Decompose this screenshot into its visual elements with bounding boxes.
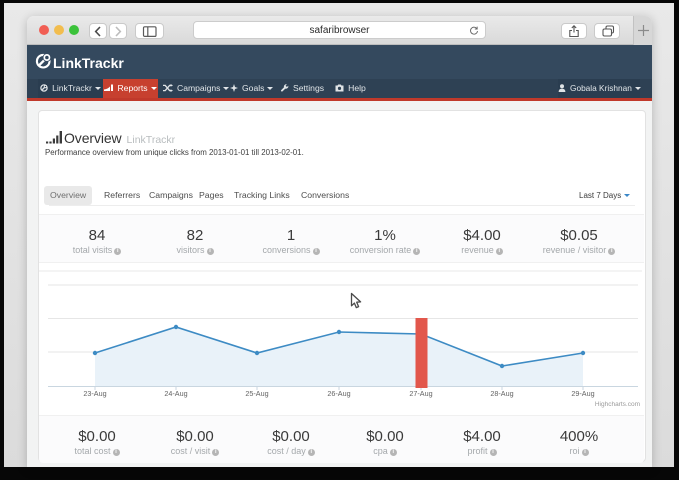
- svg-text:29-Aug: 29-Aug: [571, 389, 594, 398]
- svg-text:23-Aug: 23-Aug: [83, 389, 106, 398]
- svg-text:26-Aug: 26-Aug: [327, 389, 350, 398]
- svg-text:27-Aug: 27-Aug: [409, 389, 432, 398]
- svg-text:24-Aug: 24-Aug: [164, 389, 187, 398]
- svg-text:25-Aug: 25-Aug: [245, 389, 268, 398]
- svg-text:28-Aug: 28-Aug: [490, 389, 513, 398]
- svg-text:Highcharts.com: Highcharts.com: [595, 401, 640, 408]
